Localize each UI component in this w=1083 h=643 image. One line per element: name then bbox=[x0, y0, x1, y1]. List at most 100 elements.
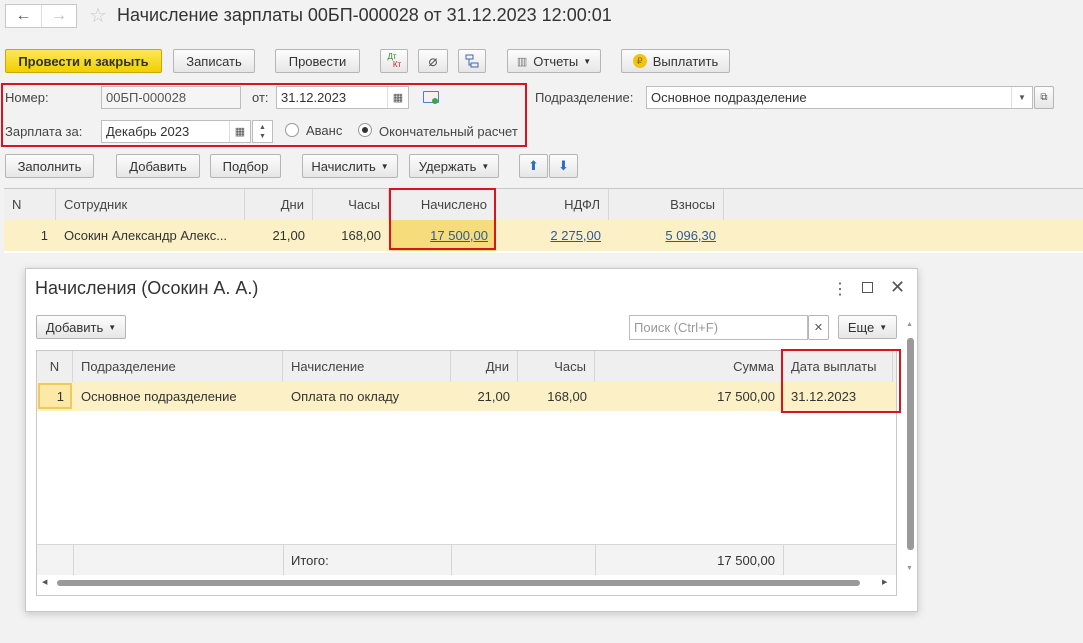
dcol-days[interactable]: Дни bbox=[451, 351, 518, 382]
ndfl-link[interactable]: 2 275,00 bbox=[550, 228, 601, 243]
favorite-star-icon[interactable]: ☆ bbox=[89, 3, 107, 28]
footer-sep bbox=[451, 545, 452, 575]
radio-final-dot bbox=[362, 127, 368, 133]
col-ndfl[interactable]: НДФЛ bbox=[496, 189, 609, 220]
radio-advance-label: Аванс bbox=[306, 123, 343, 138]
add-button[interactable]: Добавить bbox=[116, 154, 200, 178]
period-calendar-icon[interactable]: ▦ bbox=[229, 121, 250, 142]
move-down-icon[interactable]: ⬇ bbox=[549, 154, 578, 178]
dcol-n[interactable]: N bbox=[37, 351, 73, 382]
date-value: 31.12.2023 bbox=[281, 90, 347, 105]
dialog-table-footer: Итого: 17 500,00 bbox=[37, 544, 896, 575]
row-ndfl[interactable]: 2 275,00 bbox=[496, 220, 609, 251]
post-and-close-button[interactable]: Провести и закрыть bbox=[5, 49, 162, 73]
footer-sep bbox=[783, 545, 784, 575]
search-input[interactable]: Поиск (Ctrl+F) bbox=[629, 315, 808, 340]
dt-kt-icon[interactable]: Дт Кт bbox=[380, 49, 408, 73]
clear-search-icon[interactable]: ✕ bbox=[808, 315, 829, 340]
maximize-icon[interactable] bbox=[862, 282, 873, 293]
dcol-dept[interactable]: Подразделение bbox=[73, 351, 283, 382]
accruals-dialog: Начисления (Осокин А. А.) ⋮ ✕ Добавить ▼… bbox=[25, 268, 918, 612]
table-row[interactable]: 1 Осокин Александр Алекс... 21,00 168,00… bbox=[4, 220, 1083, 251]
pay-button[interactable]: ₽ Выплатить bbox=[621, 49, 730, 73]
drow-pay-date[interactable]: 31.12.2023 bbox=[783, 382, 893, 411]
reports-label: Отчеты bbox=[533, 53, 579, 69]
table-row[interactable]: 1 Основное подразделение Оплата по оклад… bbox=[37, 382, 896, 411]
row-employee[interactable]: Осокин Александр Алекс... bbox=[56, 220, 245, 251]
search-placeholder: Поиск (Ctrl+F) bbox=[634, 320, 719, 335]
department-field[interactable]: Основное подразделение ▼ bbox=[646, 86, 1033, 109]
pay-label: Выплатить bbox=[652, 53, 719, 69]
back-arrow-icon[interactable]: ← bbox=[6, 5, 42, 27]
total-label: Итого: bbox=[291, 552, 329, 568]
dcol-hours[interactable]: Часы bbox=[518, 351, 595, 382]
calendar-icon[interactable]: ▦ bbox=[387, 87, 408, 108]
salary-period-field[interactable]: Декабрь 2023 ▦ bbox=[101, 120, 251, 143]
withhold-button[interactable]: Удержать ▼ bbox=[409, 154, 499, 178]
dcol-pay-date[interactable]: Дата выплаты bbox=[783, 351, 893, 382]
dcol-sum[interactable]: Сумма bbox=[595, 351, 783, 382]
dropdown-chevron-icon[interactable]: ▼ bbox=[1011, 87, 1032, 108]
number-label: Номер: bbox=[5, 90, 49, 105]
more-button[interactable]: Еще ▼ bbox=[838, 315, 897, 339]
attachment-paperclip-icon[interactable]: ⌀ bbox=[418, 49, 448, 73]
total-sum: 17 500,00 bbox=[717, 552, 775, 568]
dialog-table: N Подразделение Начисление Дни Часы Сумм… bbox=[36, 350, 897, 596]
col-hours[interactable]: Часы bbox=[313, 189, 389, 220]
col-contrib[interactable]: Взносы bbox=[609, 189, 724, 220]
structure-svg bbox=[465, 54, 479, 68]
drow-dept[interactable]: Основное подразделение bbox=[73, 382, 283, 411]
structure-hierarchy-icon[interactable] bbox=[458, 49, 486, 73]
reports-button[interactable]: ▥ Отчеты ▼ bbox=[507, 49, 601, 73]
col-days[interactable]: Дни bbox=[245, 189, 313, 220]
col-accrued[interactable]: Начислено bbox=[389, 189, 496, 220]
row-days: 21,00 bbox=[272, 228, 305, 243]
col-n[interactable]: N bbox=[4, 189, 56, 220]
number-field[interactable]: 00БП-000028 bbox=[101, 86, 241, 109]
footer-sep bbox=[73, 545, 74, 575]
drow-n: 1 bbox=[38, 383, 72, 409]
scroll-up-icon[interactable]: ▲ bbox=[906, 321, 913, 328]
stepper-down-icon[interactable]: ▼ bbox=[259, 132, 266, 141]
dialog-add-button[interactable]: Добавить ▼ bbox=[36, 315, 126, 339]
forward-arrow-icon[interactable]: → bbox=[42, 5, 76, 27]
post-button[interactable]: Провести bbox=[275, 49, 360, 73]
row-hours: 168,00 bbox=[341, 228, 381, 243]
save-button[interactable]: Записать bbox=[173, 49, 255, 73]
date-label: от: bbox=[252, 90, 269, 105]
select-button[interactable]: Подбор bbox=[210, 154, 281, 178]
scroll-down-icon[interactable]: ▼ bbox=[906, 565, 913, 572]
scroll-left-icon[interactable]: ◀ bbox=[42, 578, 47, 586]
horizontal-scrollbar[interactable] bbox=[57, 580, 860, 586]
page-title: Начисление зарплаты 00БП-000028 от 31.12… bbox=[117, 5, 612, 25]
stepper-up-icon[interactable]: ▲ bbox=[259, 123, 266, 132]
row-accrued[interactable]: 17 500,00 bbox=[389, 220, 496, 251]
fill-button[interactable]: Заполнить bbox=[5, 154, 94, 178]
radio-advance[interactable] bbox=[285, 123, 299, 137]
department-value: Основное подразделение bbox=[651, 90, 807, 105]
move-up-icon[interactable]: ⬆ bbox=[519, 154, 548, 178]
col-employee[interactable]: Сотрудник bbox=[56, 189, 245, 220]
scroll-right-icon[interactable]: ▶ bbox=[882, 578, 887, 586]
dcol-accrual[interactable]: Начисление bbox=[283, 351, 451, 382]
drow-sum: 17 500,00 bbox=[717, 389, 775, 404]
department-label: Подразделение: bbox=[535, 90, 634, 105]
drow-hours: 168,00 bbox=[547, 389, 587, 404]
main-table: N Сотрудник Дни Часы Начислено НДФЛ Взно… bbox=[4, 188, 1083, 253]
drow-accrual[interactable]: Оплата по окладу bbox=[283, 382, 451, 411]
chevron-down-icon: ▼ bbox=[879, 322, 888, 332]
period-stepper[interactable]: ▲ ▼ bbox=[252, 120, 273, 143]
radio-final[interactable] bbox=[358, 123, 372, 137]
contrib-link[interactable]: 5 096,30 bbox=[665, 228, 716, 243]
vertical-scrollbar[interactable] bbox=[907, 338, 914, 550]
date-field[interactable]: 31.12.2023 ▦ bbox=[276, 86, 409, 109]
more-options-icon[interactable]: ⋮ bbox=[832, 279, 848, 299]
accrued-link[interactable]: 17 500,00 bbox=[430, 228, 488, 243]
accrue-button[interactable]: Начислить ▼ bbox=[302, 154, 398, 178]
chevron-down-icon: ▼ bbox=[108, 322, 117, 332]
row-contrib[interactable]: 5 096,30 bbox=[609, 220, 724, 251]
open-department-icon[interactable]: ⧉ bbox=[1034, 86, 1054, 109]
chevron-down-icon: ▼ bbox=[583, 56, 592, 66]
close-icon[interactable]: ✕ bbox=[890, 277, 905, 298]
history-badge bbox=[432, 98, 438, 104]
